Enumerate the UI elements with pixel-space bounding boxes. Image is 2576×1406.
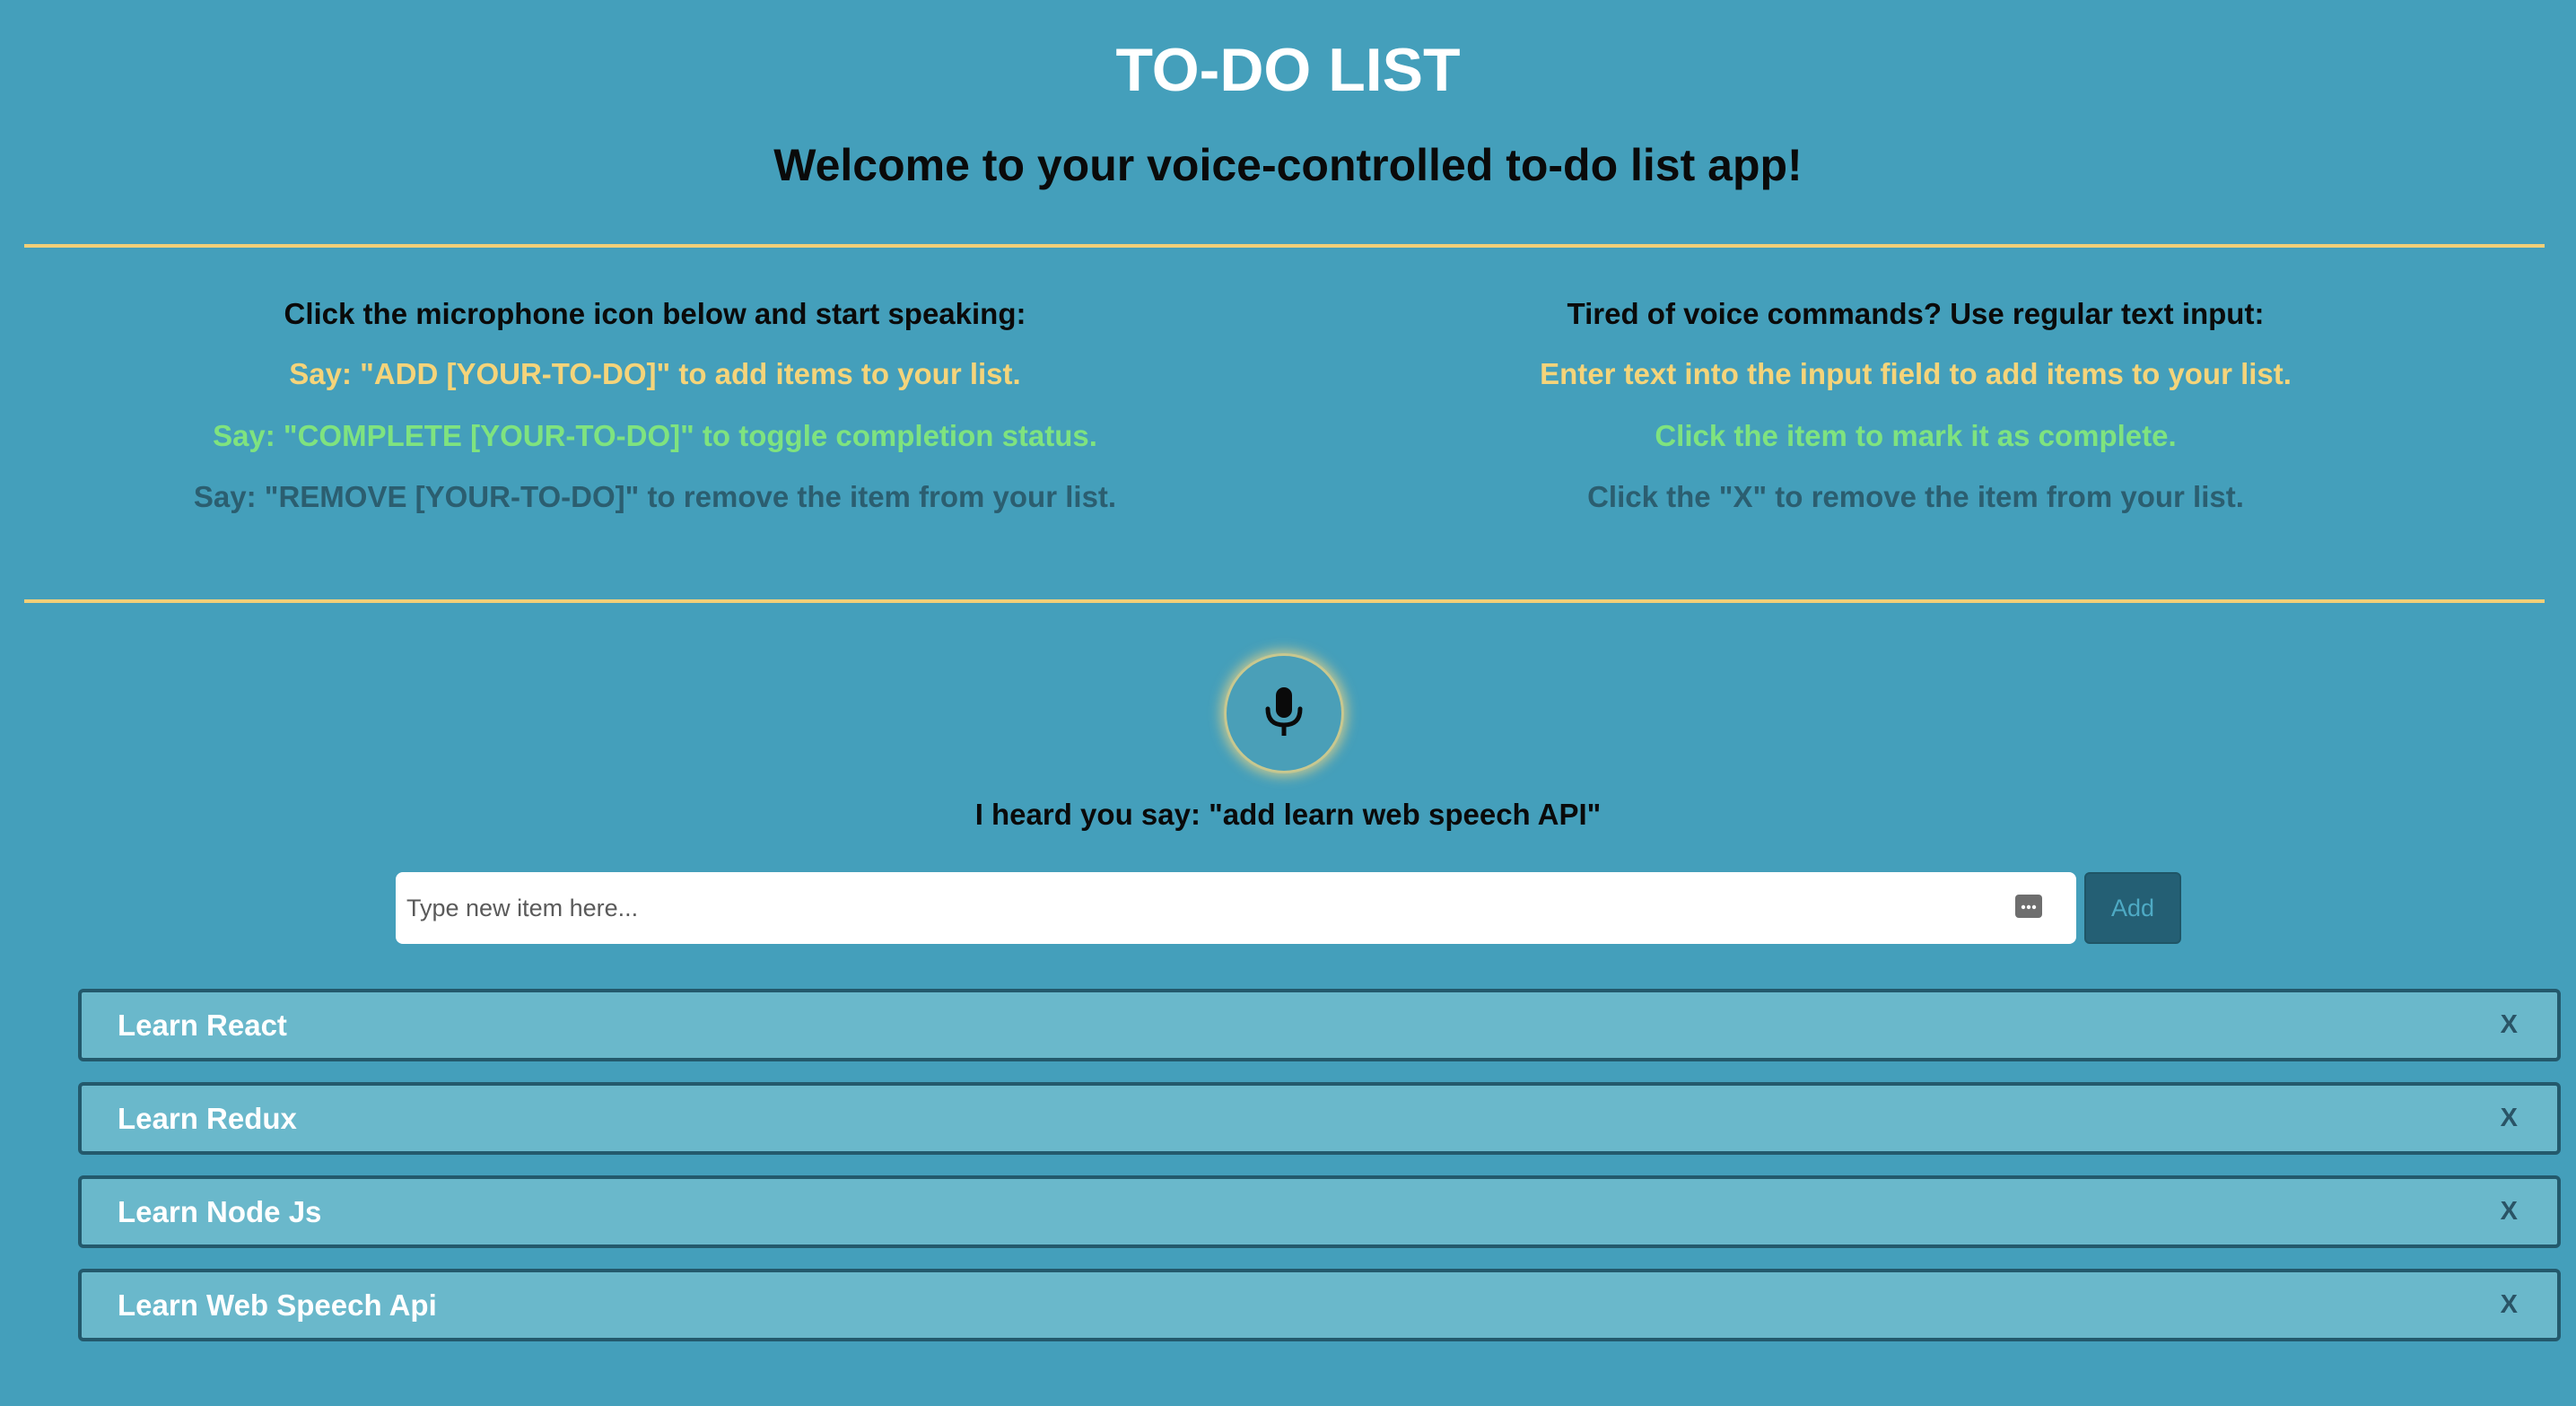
voice-add-instruction: Say: "ADD [YOUR-TO-DO]" to add items to … [289,357,1021,390]
text-instructions: Tired of voice commands? Use regular tex… [1332,296,2499,513]
todo-label: Learn React [118,1009,287,1042]
welcome-subtitle: Welcome to your voice-controlled to-do l… [773,140,1803,190]
page-title: TO-DO LIST [1115,36,1461,104]
voice-complete-instruction: Say: "COMPLETE [YOUR-TO-DO]" to toggle c… [213,419,1097,452]
remove-button[interactable]: X [2501,992,2518,1058]
microphone-button[interactable] [1227,656,1341,771]
todo-item[interactable]: Learn Node Js X [78,1175,2561,1248]
keyboard-icon[interactable] [2015,895,2042,922]
remove-button[interactable]: X [2501,1179,2518,1244]
remove-button[interactable]: X [2501,1272,2518,1338]
add-button[interactable]: Add [2084,872,2181,944]
todo-item[interactable]: Learn Web Speech Api X [78,1269,2561,1341]
todo-item[interactable]: Learn Redux X [78,1082,2561,1155]
remove-button[interactable]: X [2501,1086,2518,1151]
text-remove-instruction: Click the "X" to remove the item from yo… [1587,480,2244,513]
text-add-instruction: Enter text into the input field to add i… [1540,357,2292,390]
voice-remove-instruction: Say: "REMOVE [YOUR-TO-DO]" to remove the… [193,480,1117,513]
text-complete-instruction: Click the item to mark it as complete. [1655,419,2177,452]
todo-label: Learn Node Js [118,1195,322,1228]
new-item-field[interactable] [396,872,2076,944]
voice-instructions: Click the microphone icon below and star… [72,296,1238,513]
todo-label: Learn Redux [118,1102,297,1135]
microphone-icon [1265,687,1303,736]
todo-item[interactable]: Learn React X [78,989,2561,1061]
bottom-divider [24,599,2545,603]
todo-list: Learn React X Learn Redux X Learn Node J… [78,989,2561,1362]
heard-transcript: I heard you say: "add learn web speech A… [974,798,1602,831]
top-divider [24,244,2545,248]
voice-instructions-heading: Click the microphone icon below and star… [284,297,1026,330]
new-item-input[interactable] [396,872,2004,944]
text-instructions-heading: Tired of voice commands? Use regular tex… [1567,297,2265,330]
todo-label: Learn Web Speech Api [118,1288,437,1322]
